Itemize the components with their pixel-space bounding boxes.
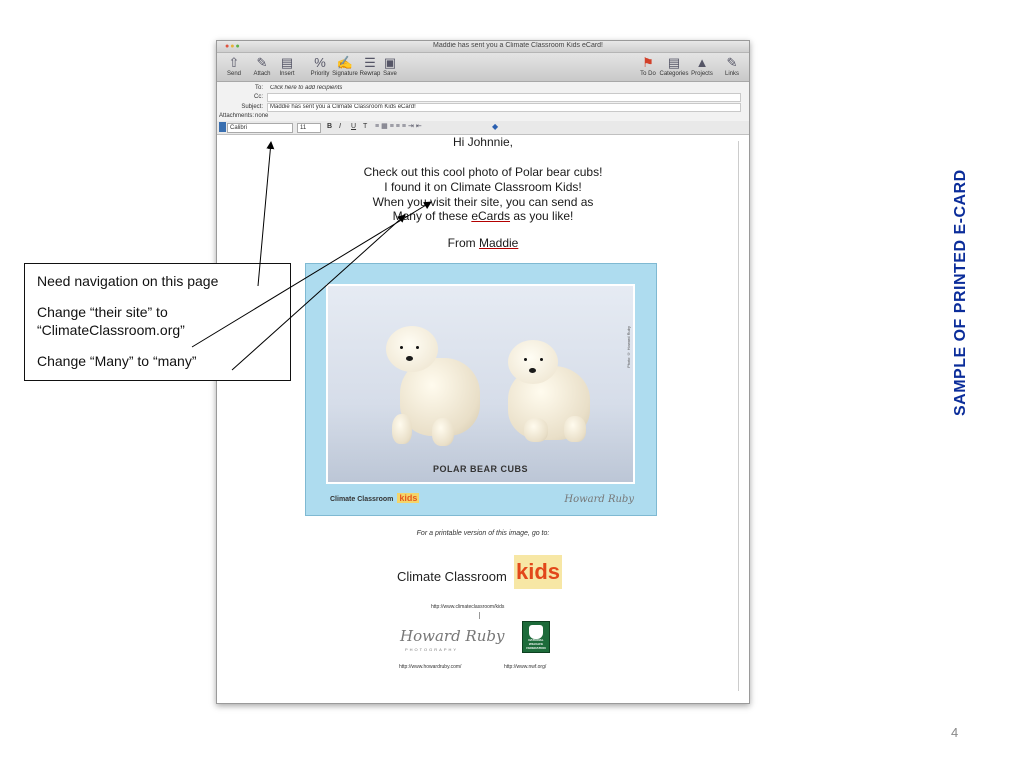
polar-bear-photo: POLAR BEAR CUBS Photo © Howard Ruby (326, 284, 635, 484)
sender-name: Maddie (478, 236, 519, 250)
underline-button[interactable]: U (351, 123, 356, 130)
projects-button[interactable]: ▲ Projects (687, 55, 717, 77)
photo-credit: Photo © Howard Ruby (626, 326, 631, 368)
email-window: ●●● Maddie has sent you a Climate Classr… (216, 40, 750, 704)
kids-logo: kids (514, 555, 562, 589)
attachments-value: none (255, 113, 269, 119)
message-header: To: Click here to add recipients Cc: Sub… (217, 82, 749, 123)
send-icon: ⇧ (228, 55, 240, 70)
greeting: Hi Johnnie, (452, 135, 514, 149)
scrollbar[interactable] (738, 141, 739, 691)
save-button[interactable]: ▣ Save (375, 55, 405, 77)
message-line-3: When you visit their site, you can send … (372, 195, 594, 209)
size-select[interactable]: 11 (297, 123, 321, 133)
font-select[interactable]: Calibri (227, 123, 293, 133)
toolbar: ⇧ Send ✎ Attach ▤ Insert % Priority ✍ Signatu… (217, 53, 749, 82)
to-label: To: (254, 85, 263, 91)
alignment-list-buttons[interactable]: ≡▦≡≡≡⇥⇤ (375, 122, 485, 132)
projects-icon: ▲ (695, 55, 709, 70)
message-line-1: Check out this cool photo of Polar bear … (363, 165, 603, 179)
ecard-image: POLAR BEAR CUBS Photo © Howard Ruby Clim… (305, 263, 657, 516)
polar-bear-cub-left-head (386, 326, 438, 372)
climate-classroom-url[interactable]: http://www.climateclassroom/kids (431, 604, 504, 610)
categories-button[interactable]: ▤ Categories (659, 55, 689, 77)
message-line-4: Many of these eCards as you like! (392, 209, 574, 223)
slide-side-title: SAMPLE OF PRINTED E-CARD (952, 169, 969, 416)
annotation-line-2b: “ClimateClassroom.org” (37, 322, 185, 338)
italic-button[interactable]: I (339, 123, 341, 130)
annotation-line-1: Need navigation on this page (37, 273, 219, 289)
links-icon: ✎ (726, 55, 738, 70)
howard-ruby-url[interactable]: http://www.howardruby.com/ (399, 664, 461, 670)
highlight-icon[interactable]: ◆ (492, 122, 498, 131)
categories-icon: ▤ (667, 55, 681, 70)
text-style-button[interactable]: T (363, 123, 367, 130)
window-title: Maddie has sent you a Climate Classroom … (432, 42, 604, 49)
to-field[interactable]: Click here to add recipients (267, 84, 741, 93)
save-icon: ▣ (383, 55, 397, 70)
howard-ruby-subtitle: PHOTOGRAPHY (405, 647, 459, 652)
climate-classroom-logo: Climate Classroom (397, 569, 507, 584)
subject-label: Subject: (241, 104, 263, 110)
insert-button[interactable]: ▤ Insert (272, 55, 302, 77)
message-from: From Maddie (447, 236, 519, 250)
title-bar: ●●● Maddie has sent you a Climate Classr… (217, 41, 749, 53)
subject-field[interactable]: Maddie has sent you a Climate Classroom … (267, 103, 741, 112)
climate-classroom-logo-small: Climate Classroom kids (330, 493, 420, 503)
format-bar: Calibri 11 B I U T ≡▦≡≡≡⇥⇤ ◆ (217, 121, 749, 135)
printable-note: For a printable version of this image, g… (416, 530, 550, 537)
howard-ruby-signature-small: Howard Ruby (564, 494, 634, 505)
message-line-2: I found it on Climate Classroom Kids! (384, 180, 582, 194)
cc-label: Cc: (254, 94, 263, 100)
attachments-label: Attachments: (219, 113, 255, 119)
page-number: 4 (951, 725, 959, 740)
polar-bear-cub-right-head (508, 340, 558, 384)
annotation-box: Need navigation on this page Change “the… (24, 263, 291, 381)
links-button[interactable]: ✎ Links (717, 55, 747, 77)
insert-icon: ▤ (280, 55, 294, 70)
cc-field[interactable] (267, 93, 741, 102)
ecards-link[interactable]: eCards (471, 209, 510, 223)
annotation-line-2a: Change “their site” to (37, 304, 168, 320)
send-button[interactable]: ⇧ Send (219, 55, 249, 77)
style-icon[interactable] (219, 122, 226, 132)
window-controls[interactable]: ●●● (225, 43, 241, 50)
photo-caption: POLAR BEAR CUBS (432, 464, 528, 474)
annotation-line-3: Change “Many” to “many” (37, 353, 197, 369)
howard-ruby-logo: Howard Ruby (400, 627, 505, 645)
deer-icon (529, 625, 543, 639)
nwf-url[interactable]: http://www.nwf.org/ (504, 664, 546, 670)
bold-button[interactable]: B (327, 123, 332, 130)
nwf-logo: NATIONAL WILDLIFE FEDERATION (522, 621, 550, 653)
